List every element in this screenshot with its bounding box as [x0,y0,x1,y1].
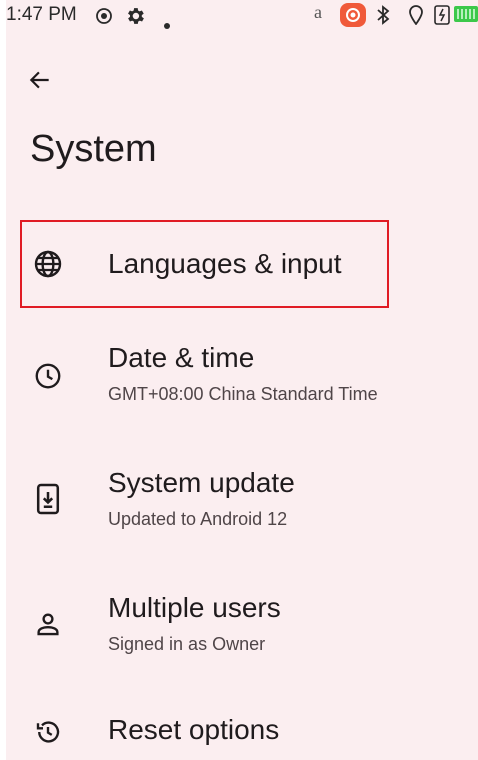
item-title: Multiple users [108,592,281,623]
radio-icon [94,6,114,32]
person-icon [30,606,66,642]
location-icon [408,5,424,31]
item-title: Reset options [108,714,280,745]
item-title: Date & time [108,342,255,373]
gear-icon [124,5,146,33]
status-bar: 1:47 PM a [6,0,478,30]
a-glyph: a [314,2,322,22]
arrow-left-icon [27,67,53,98]
item-summary: Updated to Android 12 [108,509,288,529]
history-icon [30,714,66,750]
battery-icon [454,6,478,28]
item-title: System update [108,467,295,498]
settings-item-reset-options[interactable]: Reset options [6,700,478,760]
notification-icon [340,3,366,33]
bluetooth-icon [374,5,392,31]
status-time: 1:47 PM [6,4,77,25]
dot-icon [164,13,170,35]
settings-item-date-time[interactable]: Date & time GMT+08:00 China Standard Tim… [6,330,478,430]
clock-icon [30,358,66,394]
item-summary: GMT+08:00 China Standard Time [108,384,378,404]
page-title: System [30,128,157,170]
highlight-box [20,220,389,308]
settings-item-system-update[interactable]: System update Updated to Android 12 [6,455,478,555]
settings-item-multiple-users[interactable]: Multiple users Signed in as Owner [6,580,478,680]
back-button[interactable] [20,62,60,102]
settings-screen: 1:47 PM a System Languages & input Date … [6,0,478,760]
system-update-icon [30,481,66,517]
sim-icon [434,5,450,31]
item-summary: Signed in as Owner [108,634,266,654]
